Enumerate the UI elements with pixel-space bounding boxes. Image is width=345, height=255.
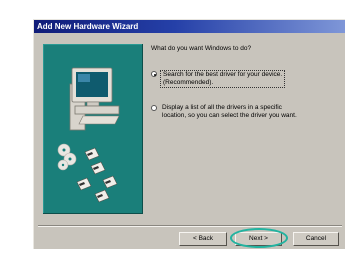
radio-selected-dot <box>153 73 156 76</box>
computer-icon <box>69 67 120 131</box>
wizard-window: Add New Hardware Wizard What do you want… <box>33 19 345 249</box>
option-search-line1: Search for the best driver for your devi… <box>163 71 283 78</box>
footer-divider-highlight <box>38 226 342 227</box>
option-search-line2: (Recommended). <box>163 79 214 86</box>
option-search-label[interactable]: Search for the best driver for your devi… <box>160 70 286 88</box>
title-bar: Add New Hardware Wizard <box>34 20 345 33</box>
next-button[interactable]: Next > <box>235 232 282 246</box>
cancel-button[interactable]: Cancel <box>293 232 339 246</box>
radio-display-driver-list[interactable] <box>151 105 157 111</box>
wizard-question: What do you want Windows to do? <box>151 45 252 52</box>
floppy-disk-icon <box>76 147 118 203</box>
cd-disc-icon <box>57 143 77 171</box>
back-button[interactable]: < Back <box>179 232 227 246</box>
wizard-banner <box>43 44 143 214</box>
window-title: Add New Hardware Wizard <box>37 22 139 31</box>
option-display-line1: Display a list of all the drivers in a s… <box>162 104 282 111</box>
radio-search-best-driver[interactable] <box>151 71 157 77</box>
option-display-label[interactable]: Display a list of all the drivers in a s… <box>162 104 297 120</box>
option-display-line2: location, so you can select the driver y… <box>162 112 297 119</box>
